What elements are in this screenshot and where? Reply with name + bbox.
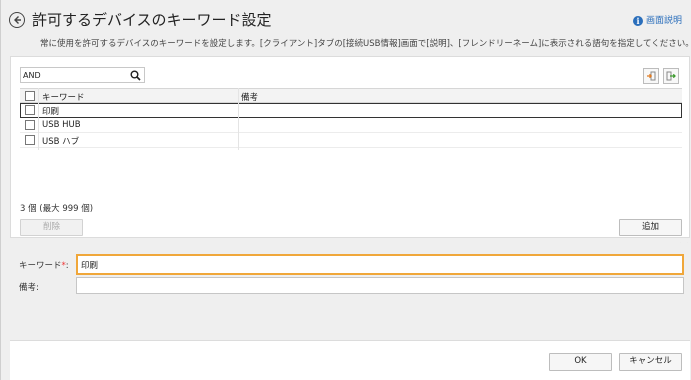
keyword-input[interactable] [81, 258, 676, 271]
cancel-button[interactable]: キャンセル [619, 353, 682, 371]
row-keyword: 印刷 [42, 107, 60, 117]
export-icon [666, 71, 676, 81]
add-button[interactable]: 追加 [619, 219, 682, 236]
table-row[interactable]: 印刷 [20, 103, 682, 118]
table-header-row: キーワード 備考 [20, 88, 682, 103]
search-input[interactable] [23, 69, 123, 81]
column-divider [38, 88, 39, 150]
row-checkbox[interactable] [25, 105, 35, 115]
page-title: 許可するデバイスのキーワード設定 [32, 11, 272, 29]
dialog-footer: OK キャンセル [10, 340, 690, 380]
header: 許可するデバイスのキーワード設定 i 画面説明 常に使用を許可するデバイスのキーワ… [1, 0, 691, 55]
info-icon: i [632, 16, 643, 26]
edit-form: キーワード*: 備考: [10, 243, 690, 340]
keyword-table: キーワード 備考 印刷 USB HUB USB ハブ [20, 88, 682, 148]
keyword-field [76, 254, 684, 275]
note-label: 備考: [19, 283, 39, 293]
note-input[interactable] [80, 279, 675, 292]
column-header-note[interactable]: 備考 [241, 91, 258, 103]
ok-button[interactable]: OK [549, 353, 612, 371]
column-divider[interactable] [238, 88, 239, 150]
page-description: 常に使用を許可するデバイスのキーワードを設定します。[クライアント]タブの[接続… [40, 39, 691, 49]
keyword-label: キーワード*: [19, 261, 69, 271]
back-icon[interactable] [9, 12, 25, 28]
row-checkbox[interactable] [25, 135, 35, 145]
import-button[interactable] [643, 68, 659, 84]
note-field [76, 277, 684, 294]
keyword-list-panel: キーワード 備考 印刷 USB HUB USB ハブ 3 個 (最大 999 個… [10, 56, 690, 238]
select-all-checkbox[interactable] [25, 91, 35, 101]
table-row[interactable]: USB ハブ [20, 133, 682, 148]
export-button[interactable] [663, 68, 679, 84]
column-header-keyword[interactable]: キーワード [42, 91, 85, 103]
table-row[interactable]: USB HUB [20, 118, 682, 133]
help-link[interactable]: i 画面説明 [632, 13, 682, 26]
row-keyword: USB ハブ [42, 137, 80, 147]
row-checkbox[interactable] [25, 120, 35, 130]
item-count: 3 個 (最大 999 個) [20, 204, 94, 214]
row-keyword: USB HUB [42, 120, 81, 130]
import-icon [647, 71, 656, 81]
dialog-window: 許可するデバイスのキーワード設定 i 画面説明 常に使用を許可するデバイスのキーワ… [0, 0, 691, 380]
search-icon[interactable] [130, 70, 141, 81]
help-label: 画面説明 [645, 16, 682, 26]
delete-button[interactable]: 削除 [20, 219, 83, 236]
search-box [20, 67, 145, 83]
